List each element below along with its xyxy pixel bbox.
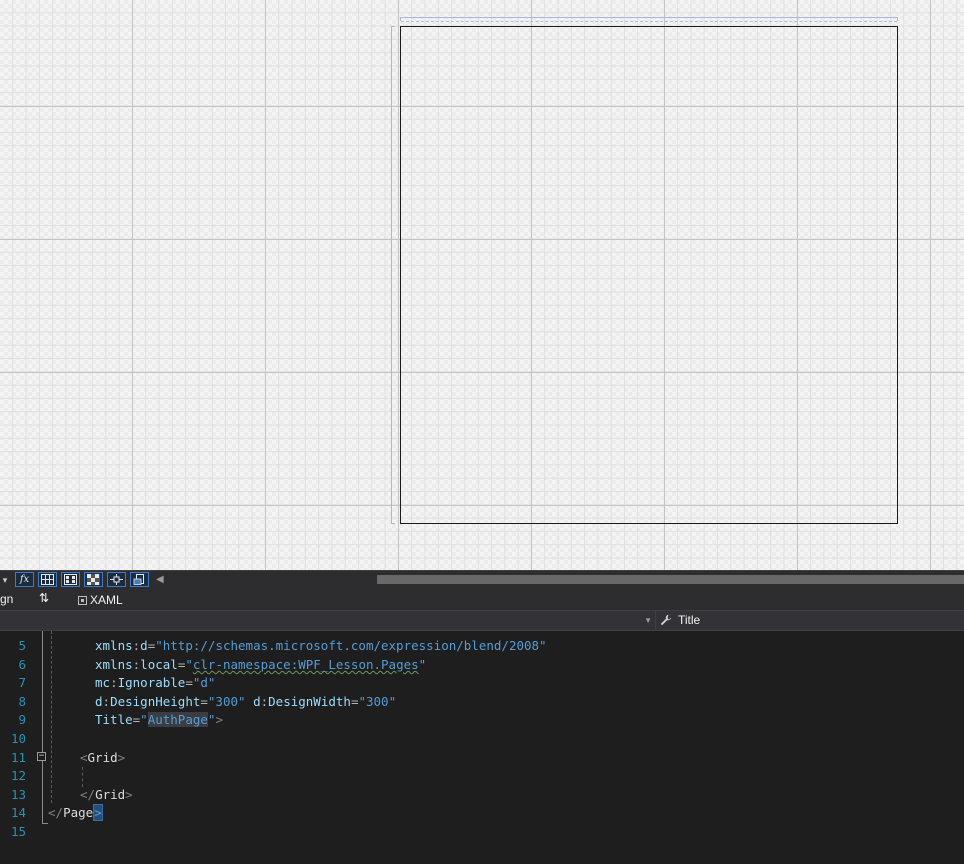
code-line-11: <Grid>: [80, 748, 125, 767]
navigation-bar: ▼ Title: [0, 611, 964, 631]
code-line-5: xmlns:d="http://schemas.microsoft.com/ex…: [95, 636, 547, 655]
attr-prefix: d: [95, 694, 103, 709]
attr-quote: ": [140, 712, 148, 727]
attr-value: "http://schemas.microsoft.com/expression…: [155, 638, 547, 653]
xaml-code-editor[interactable]: 5 6 7 8 9 10 11 12 13 14 15 − xmlns:d="h…: [0, 631, 964, 864]
code-line-7: mc:Ignorable="d": [95, 673, 215, 692]
attr-sep: :: [260, 694, 269, 709]
attr-prefix: d: [253, 694, 261, 709]
designer-toolbar: ▾ fx ◀: [0, 570, 964, 588]
indent-guide: [82, 767, 83, 787]
code-line-8: d:DesignHeight="300" d:DesignWidth="300": [95, 692, 396, 711]
line-number: 13: [10, 787, 26, 802]
line-number: 9: [18, 712, 26, 727]
zoom-dropdown-icon[interactable]: ▾: [0, 572, 10, 588]
attr-name: Title: [95, 712, 133, 727]
snaplines-icon: [110, 574, 123, 585]
scroll-left-icon[interactable]: ◀: [156, 573, 164, 587]
snap-lines-button[interactable]: [107, 572, 126, 587]
attr-prefix: xmlns: [95, 657, 133, 672]
line-number: 11: [10, 750, 26, 765]
wrench-icon: [660, 614, 672, 626]
collapse-pane-icon[interactable]: [78, 595, 87, 605]
column-adorner[interactable]: [400, 17, 898, 22]
line-number: 10: [10, 731, 26, 746]
snap-grid-button[interactable]: [61, 572, 80, 587]
grid-button[interactable]: [38, 572, 57, 587]
designer-canvas[interactable]: [0, 0, 964, 570]
transparency-button[interactable]: [84, 572, 103, 587]
code-line-6: xmlns:local="clr-namespace:WPF_Lesson.Pa…: [95, 655, 426, 674]
tag-name: Page: [63, 805, 94, 820]
tab-xaml[interactable]: XAML: [78, 593, 123, 607]
attr-prefix: mc: [95, 675, 111, 690]
tag-bracket: </: [80, 787, 96, 802]
page-preview-frame[interactable]: [400, 26, 898, 524]
attr-quote: ": [418, 657, 427, 672]
line-number: 15: [10, 824, 26, 839]
attr-sep: :: [102, 694, 111, 709]
member-dropdown-label: Title: [678, 613, 701, 627]
tag-bracket: >: [125, 787, 133, 802]
attr-name: d: [140, 638, 148, 653]
outline-bracket: [42, 631, 43, 823]
collapse-region-icon[interactable]: −: [37, 752, 46, 761]
line-number: 14: [10, 805, 26, 820]
code-line-9: Title="AuthPage">: [95, 710, 223, 729]
tab-xaml-label: XAML: [90, 593, 123, 607]
row-adorner[interactable]: [391, 26, 395, 524]
tag-name: Grid: [95, 787, 126, 802]
attr-value: "300": [358, 694, 397, 709]
project-code-button[interactable]: [130, 572, 149, 587]
code-line-13: </Grid>: [80, 785, 133, 804]
attr-prefix: xmlns: [95, 638, 133, 653]
attr-name: DesignWidth: [268, 694, 351, 709]
formula-button[interactable]: fx: [15, 572, 34, 587]
attr-name: DesignHeight: [110, 694, 201, 709]
indent-guide: [51, 631, 52, 803]
line-number: 6: [18, 657, 26, 672]
matched-bracket: >: [93, 804, 103, 821]
tag-bracket: <: [80, 750, 88, 765]
line-number: 5: [18, 638, 26, 653]
checkerboard-icon: [87, 574, 100, 585]
attr-value: "d": [192, 675, 216, 690]
swap-panes-icon[interactable]: ⇅: [39, 591, 49, 605]
tag-name: Grid: [87, 750, 118, 765]
line-number: 7: [18, 675, 26, 690]
member-dropdown[interactable]: Title: [660, 613, 700, 627]
code-line-14: </Page>: [48, 803, 103, 822]
attr-name: local: [140, 657, 178, 672]
attr-sep: :: [110, 675, 118, 690]
snap-grid-icon: [64, 574, 77, 585]
attr-quote: ": [185, 657, 193, 672]
line-number: 12: [10, 768, 26, 783]
project-code-icon: [133, 574, 144, 585]
attr-eq: =: [200, 694, 208, 709]
view-tabstrip: gn ⇅ XAML: [0, 588, 964, 611]
attr-value-warning[interactable]: clr-namespace:WPF_Lesson.Pages: [193, 657, 419, 672]
horizontal-scrollbar-thumb[interactable]: [377, 575, 964, 584]
attr-name: Ignorable: [117, 675, 186, 690]
tab-design[interactable]: gn: [0, 592, 13, 606]
grid-icon: [41, 574, 54, 585]
type-dropdown[interactable]: ▼: [0, 611, 656, 630]
tag-bracket: >: [117, 750, 126, 765]
tag-bracket: >: [215, 712, 223, 727]
attr-value-highlighted[interactable]: AuthPage: [147, 712, 208, 727]
tag-bracket: </: [48, 805, 64, 820]
attr-eq: =: [185, 675, 193, 690]
attr-value: "300": [207, 694, 246, 709]
chevron-down-icon: ▼: [644, 616, 652, 625]
line-number: 8: [18, 694, 26, 709]
